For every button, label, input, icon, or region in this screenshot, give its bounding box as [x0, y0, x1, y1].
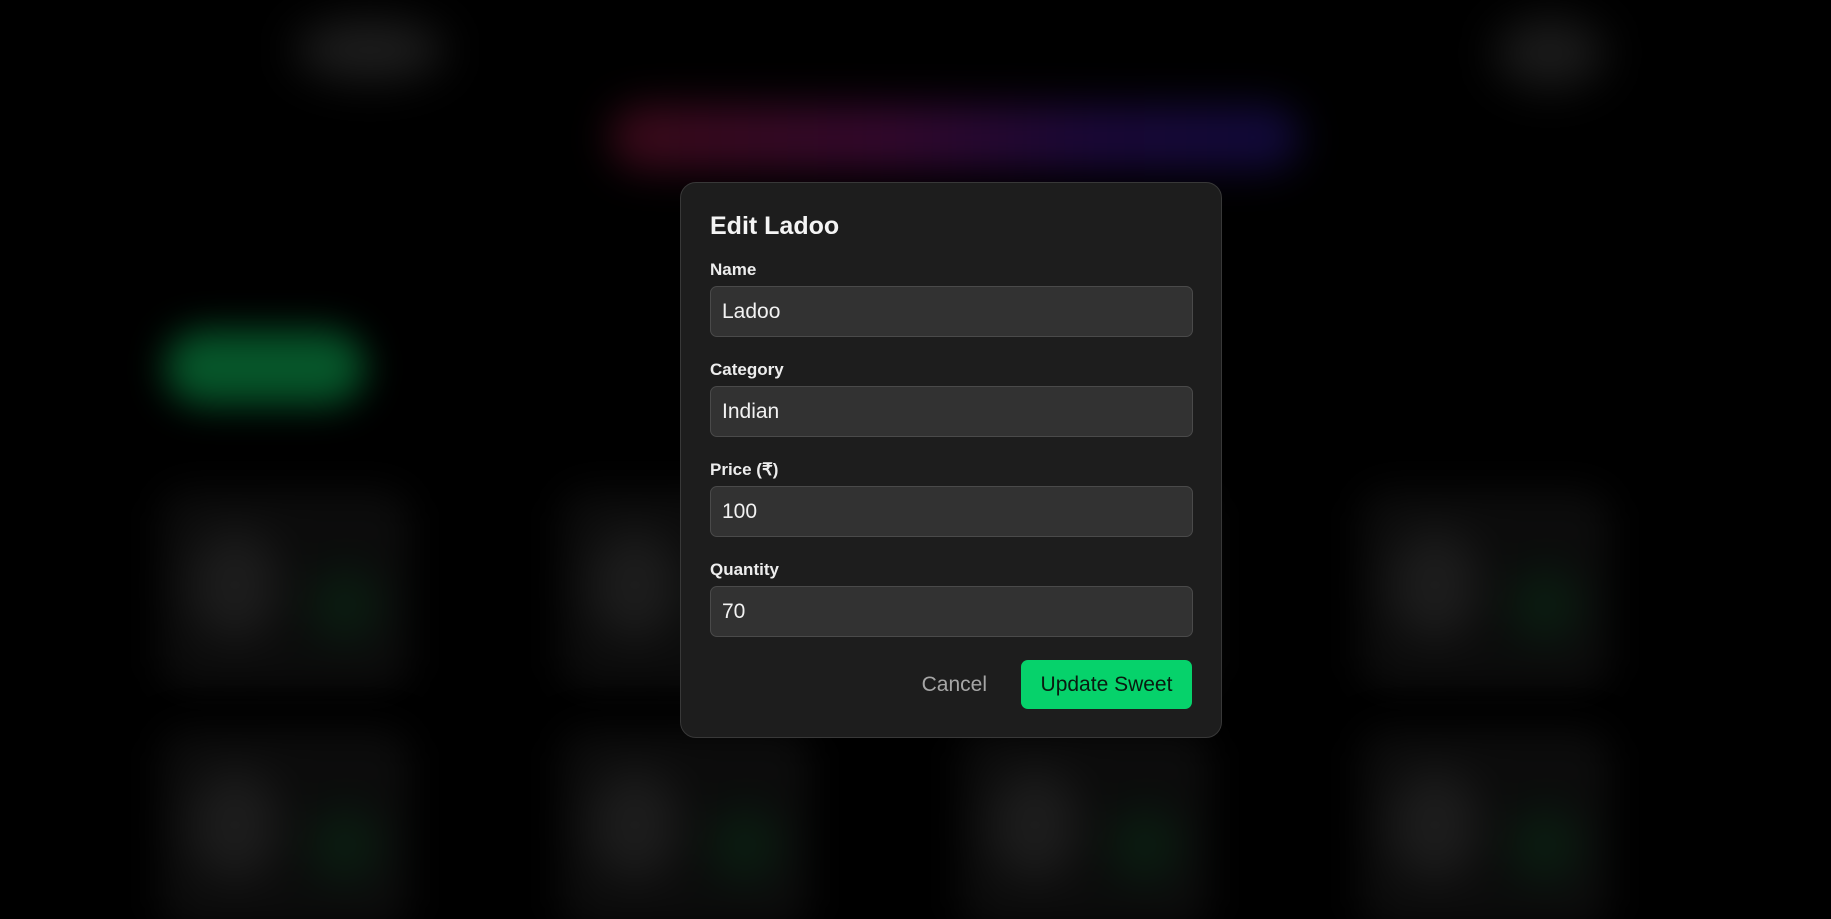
- category-input[interactable]: [710, 386, 1193, 437]
- blurred-hero-banner: [610, 105, 1300, 170]
- quantity-field-group: Quantity: [710, 560, 1193, 637]
- name-input[interactable]: [710, 286, 1193, 337]
- edit-sweet-modal: Edit Ladoo Name Category Price (₹) Quant…: [680, 182, 1222, 738]
- update-sweet-button[interactable]: Update Sweet: [1021, 660, 1192, 709]
- category-field-group: Category: [710, 360, 1193, 437]
- price-field-group: Price (₹): [710, 460, 1193, 537]
- modal-actions: Cancel Update Sweet: [904, 660, 1192, 709]
- blurred-logo: [295, 20, 445, 80]
- blurred-user-avatar: [1495, 18, 1605, 88]
- blurred-sweet-card: [1360, 490, 1610, 690]
- name-field-group: Name: [710, 260, 1193, 337]
- category-label: Category: [710, 360, 784, 379]
- blurred-sweet-card: [960, 730, 1210, 919]
- quantity-label: Quantity: [710, 560, 779, 579]
- quantity-input[interactable]: [710, 586, 1193, 637]
- blurred-sweet-card: [160, 730, 410, 919]
- name-label: Name: [710, 260, 757, 279]
- price-label: Price (₹): [710, 460, 779, 479]
- price-input[interactable]: [710, 486, 1193, 537]
- modal-title: Edit Ladoo: [710, 212, 840, 240]
- blurred-sweet-card: [560, 730, 810, 919]
- cancel-button[interactable]: Cancel: [904, 660, 1005, 709]
- blurred-add-button: [165, 330, 365, 405]
- blurred-sweet-card: [1360, 730, 1610, 919]
- blurred-sweet-card: [160, 490, 410, 690]
